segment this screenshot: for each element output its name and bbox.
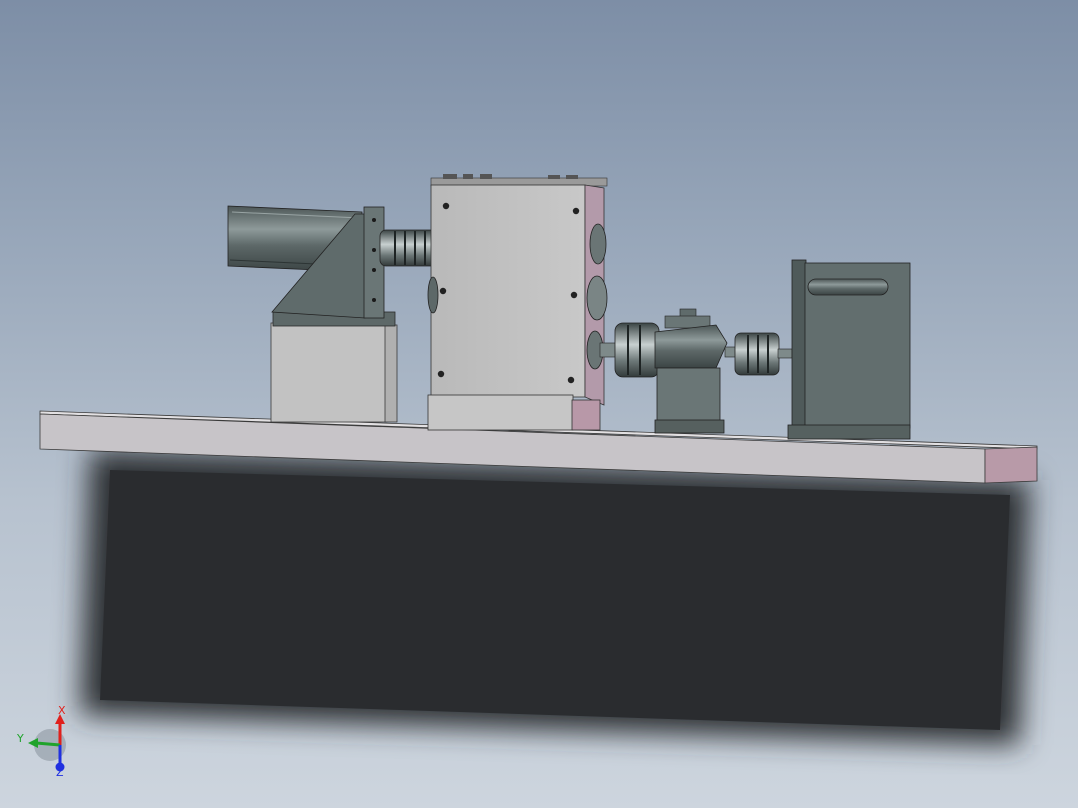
cad-graphics-viewport[interactable]: X Y Z (0, 0, 1078, 808)
left-coupling[interactable] (379, 229, 439, 267)
middle-coupling[interactable] (599, 322, 660, 378)
left-support-block[interactable] (270, 311, 398, 423)
triad-z-label: Z (56, 766, 64, 779)
triad-x-label: X (58, 704, 66, 717)
triad-y-label: Y (16, 732, 24, 745)
coordinate-triad: X Y Z (16, 704, 66, 779)
ground-shadow (80, 450, 1030, 745)
speed-reducer[interactable] (654, 308, 728, 434)
right-coupling[interactable] (724, 332, 793, 376)
right-motor[interactable] (787, 259, 911, 440)
gearbox-housing[interactable] (427, 174, 608, 431)
y-axis-arrow (35, 741, 61, 747)
